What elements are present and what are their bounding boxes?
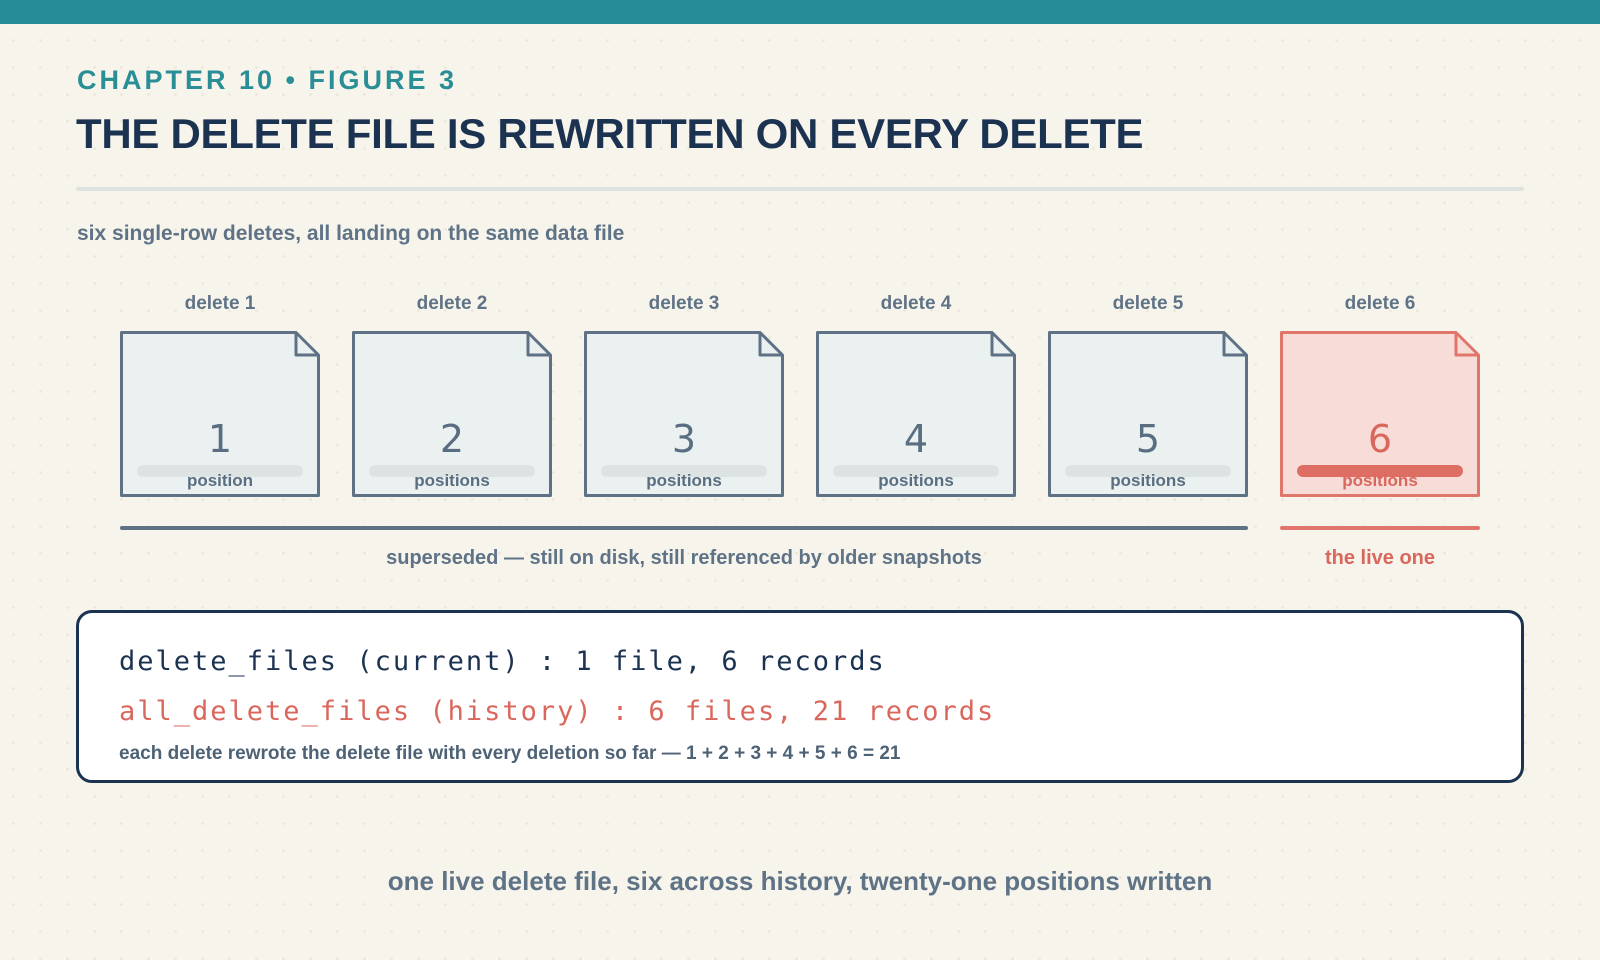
- history-delete-files-line: all_delete_files (history) : 6 files, 21…: [119, 696, 996, 727]
- delete-file-label: delete 1: [184, 293, 256, 314]
- position-unit: positions: [1342, 471, 1418, 490]
- chapter-figure-label: CHAPTER 10 • FIGURE 3: [77, 65, 458, 95]
- top-accent-bar: [0, 0, 1600, 24]
- delete-file-1: delete 1 1 position: [120, 292, 320, 497]
- delete-file-2: delete 2 2 positions: [352, 292, 552, 497]
- delete-file-4: delete 4 4 positions: [816, 292, 1016, 497]
- delete-file-label: delete 2: [416, 293, 488, 314]
- file-document-icon: 6 positions: [1280, 331, 1480, 497]
- position-unit: positions: [878, 471, 954, 490]
- live-bracket-line: [1280, 526, 1480, 530]
- current-delete-files-line: delete_files (current) : 1 file, 6 recor…: [119, 646, 886, 677]
- position-count: 4: [903, 417, 929, 461]
- delete-file-5: delete 5 5 positions: [1048, 292, 1248, 497]
- file-document-icon: 3 positions: [584, 331, 784, 497]
- page-title: THE DELETE FILE IS REWRITTEN ON EVERY DE…: [76, 110, 1144, 157]
- position-count: 2: [439, 417, 465, 461]
- position-count: 1: [207, 417, 233, 461]
- delete-file-label: delete 6: [1344, 293, 1416, 314]
- title-divider: [76, 187, 1524, 191]
- position-unit: positions: [414, 471, 490, 490]
- superseded-bracket-line: [120, 526, 1248, 530]
- footer-takeaway: one live delete file, six across history…: [387, 866, 1213, 896]
- file-document-icon: 5 positions: [1048, 331, 1248, 497]
- summary-panel: delete_files (current) : 1 file, 6 recor…: [76, 610, 1524, 783]
- summary-note: each delete rewrote the delete file with…: [119, 743, 901, 764]
- delete-file-label: delete 3: [648, 293, 720, 314]
- superseded-caption: superseded — still on disk, still refere…: [386, 547, 982, 569]
- position-unit: positions: [646, 471, 722, 490]
- delete-file-label: delete 5: [1112, 293, 1184, 314]
- delete-file-6-live: delete 6 6 positions: [1280, 292, 1480, 497]
- file-document-icon: 2 positions: [352, 331, 552, 497]
- position-count: 5: [1135, 417, 1161, 461]
- delete-file-3: delete 3 3 positions: [584, 292, 784, 497]
- position-count: 6: [1367, 417, 1393, 461]
- file-document-icon: 4 positions: [816, 331, 1016, 497]
- diagram-subtitle: six single-row deletes, all landing on t…: [77, 222, 625, 245]
- file-document-icon: 1 position: [120, 331, 320, 497]
- delete-file-label: delete 4: [880, 293, 952, 314]
- live-caption: the live one: [1324, 547, 1436, 569]
- position-unit: position: [186, 471, 254, 490]
- position-unit: positions: [1110, 471, 1186, 490]
- position-count: 3: [671, 417, 697, 461]
